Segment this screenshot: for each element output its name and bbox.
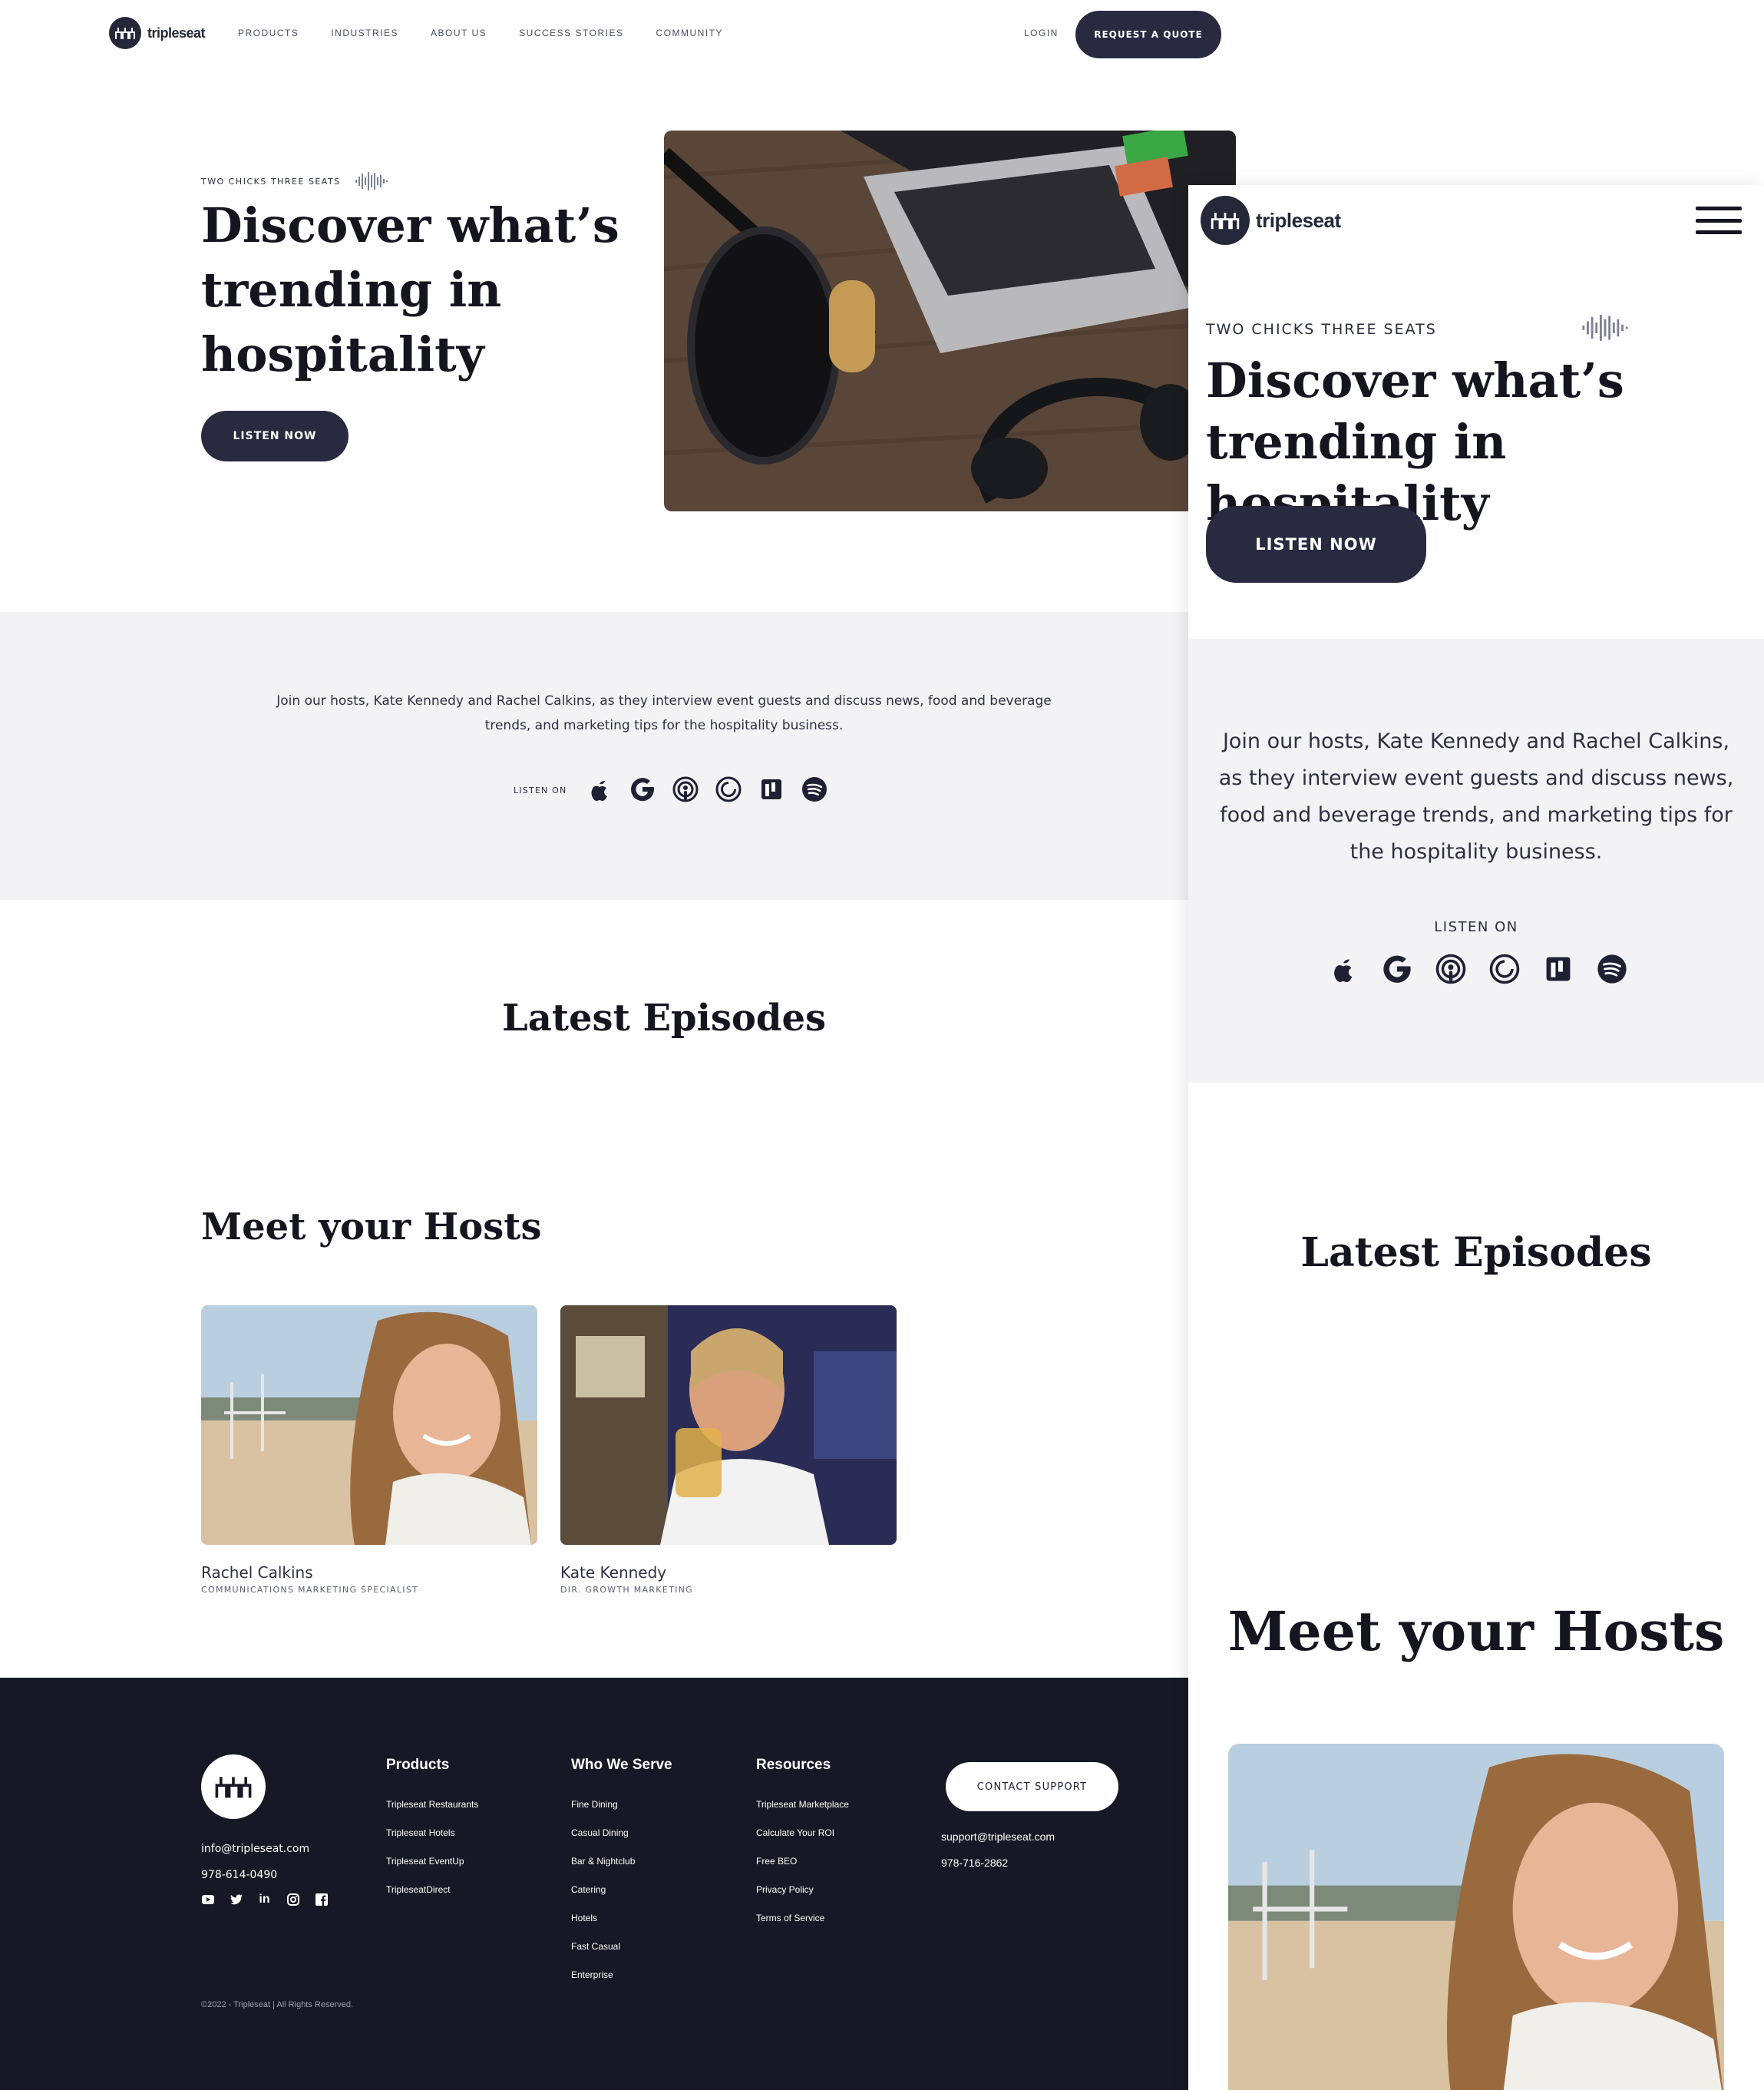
support-email[interactable]: support@tripleseat.com (941, 1824, 1055, 1850)
footer-contact: info@tripleseat.com 978-614-0490 (201, 1836, 309, 1888)
footer-link[interactable]: Free BEO (756, 1847, 849, 1876)
intro-section: Join our hosts, Kate Kennedy and Rachel … (1188, 639, 1764, 1083)
logo-wordmark: tripleseat (147, 25, 206, 41)
nav-success-stories[interactable]: SUCCESS STORIES (519, 28, 623, 38)
footer-link[interactable]: Calculate Your ROI (756, 1819, 849, 1847)
latest-episodes-title: Latest Episodes (501, 997, 826, 1040)
footer-link[interactable]: Tripleseat Restaurants (386, 1791, 478, 1819)
host-name: Rachel Calkins (201, 1563, 313, 1582)
host-card: Rachel Calkins COMMUNICATIONS MARKETING … (201, 1305, 537, 1595)
podcast-antenna-icon[interactable] (1434, 952, 1468, 986)
instagram-icon[interactable] (286, 1893, 299, 1906)
latest-episodes-title: Latest Episodes (1300, 1229, 1652, 1276)
nav-community[interactable]: COMMUNITY (656, 28, 723, 38)
host-name: Kate Kennedy (560, 1563, 667, 1582)
tripleseat-logo[interactable]: tripleseat (1201, 196, 1341, 245)
pocket-casts-icon[interactable] (714, 775, 743, 804)
footer-phone[interactable]: 978-614-0490 (201, 1862, 309, 1888)
logo-wordmark: tripleseat (1256, 208, 1341, 232)
stitcher-icon[interactable] (1541, 952, 1575, 986)
apple-podcasts-icon[interactable] (1326, 952, 1360, 986)
host-card: Kate Kennedy DIR. GROWTH MARKETING (560, 1305, 897, 1595)
support-phone[interactable]: 978-716-2862 (941, 1850, 1055, 1876)
footer-link[interactable]: Casual Dining (571, 1819, 672, 1847)
logo-mark-icon (109, 17, 141, 49)
facebook-icon[interactable] (315, 1893, 328, 1906)
meet-hosts-title: Meet your Hosts (1227, 1599, 1725, 1663)
podcast-platform-links (585, 775, 829, 804)
footer-link[interactable]: Bar & Nightclub (571, 1847, 672, 1876)
twitter-icon[interactable] (230, 1893, 243, 1906)
host-role: COMMUNICATIONS MARKETING SPECIALIST (201, 1585, 419, 1595)
listen-now-button[interactable]: LISTEN NOW (1206, 506, 1426, 583)
footer-products-column: Products Tripleseat Restaurants Triplese… (386, 1757, 478, 1904)
footer-resources-column: Resources Tripleseat Marketplace Calcula… (756, 1757, 849, 1933)
footer-link[interactable]: Tripleseat Marketplace (756, 1791, 849, 1819)
footer-logo-icon[interactable] (201, 1754, 266, 1819)
podcast-platform-links (1326, 952, 1629, 986)
desktop-navbar: tripleseat PRODUCTS INDUSTRIES ABOUT US … (0, 0, 1328, 69)
footer-column-title: Who We Serve (571, 1757, 672, 1773)
intro-text: Join our hosts, Kate Kennedy and Rachel … (1218, 729, 1734, 864)
footer-column-title: Products (386, 1757, 450, 1773)
host-role: DIR. GROWTH MARKETING (560, 1585, 693, 1595)
intro-section: Join our hosts, Kate Kennedy and Rachel … (0, 612, 1328, 900)
contact-support-button[interactable]: CONTACT SUPPORT (946, 1762, 1118, 1811)
footer-link[interactable]: Privacy Policy (756, 1876, 849, 1904)
request-quote-button[interactable]: REQUEST A QUOTE (1075, 11, 1221, 58)
soundwave-icon (1582, 315, 1628, 341)
support-contact: support@tripleseat.com 978-716-2862 (941, 1824, 1055, 1876)
footer-link[interactable]: Tripleseat EventUp (386, 1847, 478, 1876)
footer-email[interactable]: info@tripleseat.com (201, 1836, 309, 1862)
google-podcasts-icon[interactable] (628, 775, 657, 804)
hero-eyebrow: TWO CHICKS THREE SEATS (201, 177, 341, 187)
listen-now-button[interactable]: LISTEN NOW (201, 411, 349, 461)
pocket-casts-icon[interactable] (1488, 952, 1521, 986)
host-photo (201, 1305, 537, 1545)
hero-podcast-image (664, 131, 1236, 511)
login-link[interactable]: LOGIN (1024, 28, 1059, 38)
footer-who-we-serve-column: Who We Serve Fine Dining Casual Dining B… (571, 1757, 672, 1989)
meet-hosts-title: Meet your Hosts (201, 1205, 542, 1248)
spotify-icon[interactable] (1595, 952, 1629, 986)
soundwave-icon (355, 172, 388, 190)
hero-title: Discover what’s trending in hospitality (201, 197, 619, 382)
tripleseat-logo[interactable]: tripleseat (109, 17, 206, 49)
footer-link[interactable]: Fine Dining (571, 1791, 672, 1819)
host-photo (1228, 1744, 1724, 2090)
footer-link[interactable]: Fast Casual (571, 1933, 672, 1961)
podcast-antenna-icon[interactable] (671, 775, 700, 804)
footer-column-title: Resources (756, 1757, 831, 1773)
copyright: ©2022 - Tripleseat | All Rights Reserved… (201, 2000, 354, 2009)
intro-text: Join our hosts, Kate Kennedy and Rachel … (276, 693, 1052, 733)
hero-eyebrow: TWO CHICKS THREE SEATS (1206, 321, 1437, 338)
footer-link[interactable]: Tripleseat Hotels (386, 1819, 478, 1847)
logo-mark-icon (1201, 196, 1250, 245)
footer-link[interactable]: Hotels (571, 1904, 672, 1933)
listen-on-label: LISTEN ON (1434, 919, 1518, 935)
google-podcasts-icon[interactable] (1380, 952, 1414, 986)
footer-link[interactable]: Enterprise (571, 1961, 672, 1989)
desktop-view: tripleseat PRODUCTS INDUSTRIES ABOUT US … (0, 0, 1328, 2090)
nav-products[interactable]: PRODUCTS (238, 28, 299, 38)
primary-menu: PRODUCTS INDUSTRIES ABOUT US SUCCESS STO… (238, 28, 723, 38)
hamburger-menu-icon[interactable] (1696, 207, 1742, 234)
apple-podcasts-icon[interactable] (585, 775, 614, 804)
mobile-view: tripleseat TWO CHICKS THREE SEATS Discov… (1188, 185, 1764, 2090)
host-photo (560, 1305, 897, 1545)
nav-about-us[interactable]: ABOUT US (431, 28, 487, 38)
footer-link[interactable]: TripleseatDirect (386, 1876, 478, 1904)
social-links: in (201, 1893, 328, 1906)
nav-industries[interactable]: INDUSTRIES (331, 28, 398, 38)
spotify-icon[interactable] (800, 775, 829, 804)
linkedin-icon[interactable]: in (258, 1893, 271, 1906)
stitcher-icon[interactable] (757, 775, 786, 804)
footer-link[interactable]: Terms of Service (756, 1904, 849, 1933)
footer-link[interactable]: Catering (571, 1876, 672, 1904)
site-footer: info@tripleseat.com 978-614-0490 in Prod… (0, 1678, 1328, 2090)
listen-on-label: LISTEN ON (514, 785, 567, 795)
youtube-icon[interactable] (201, 1893, 214, 1906)
